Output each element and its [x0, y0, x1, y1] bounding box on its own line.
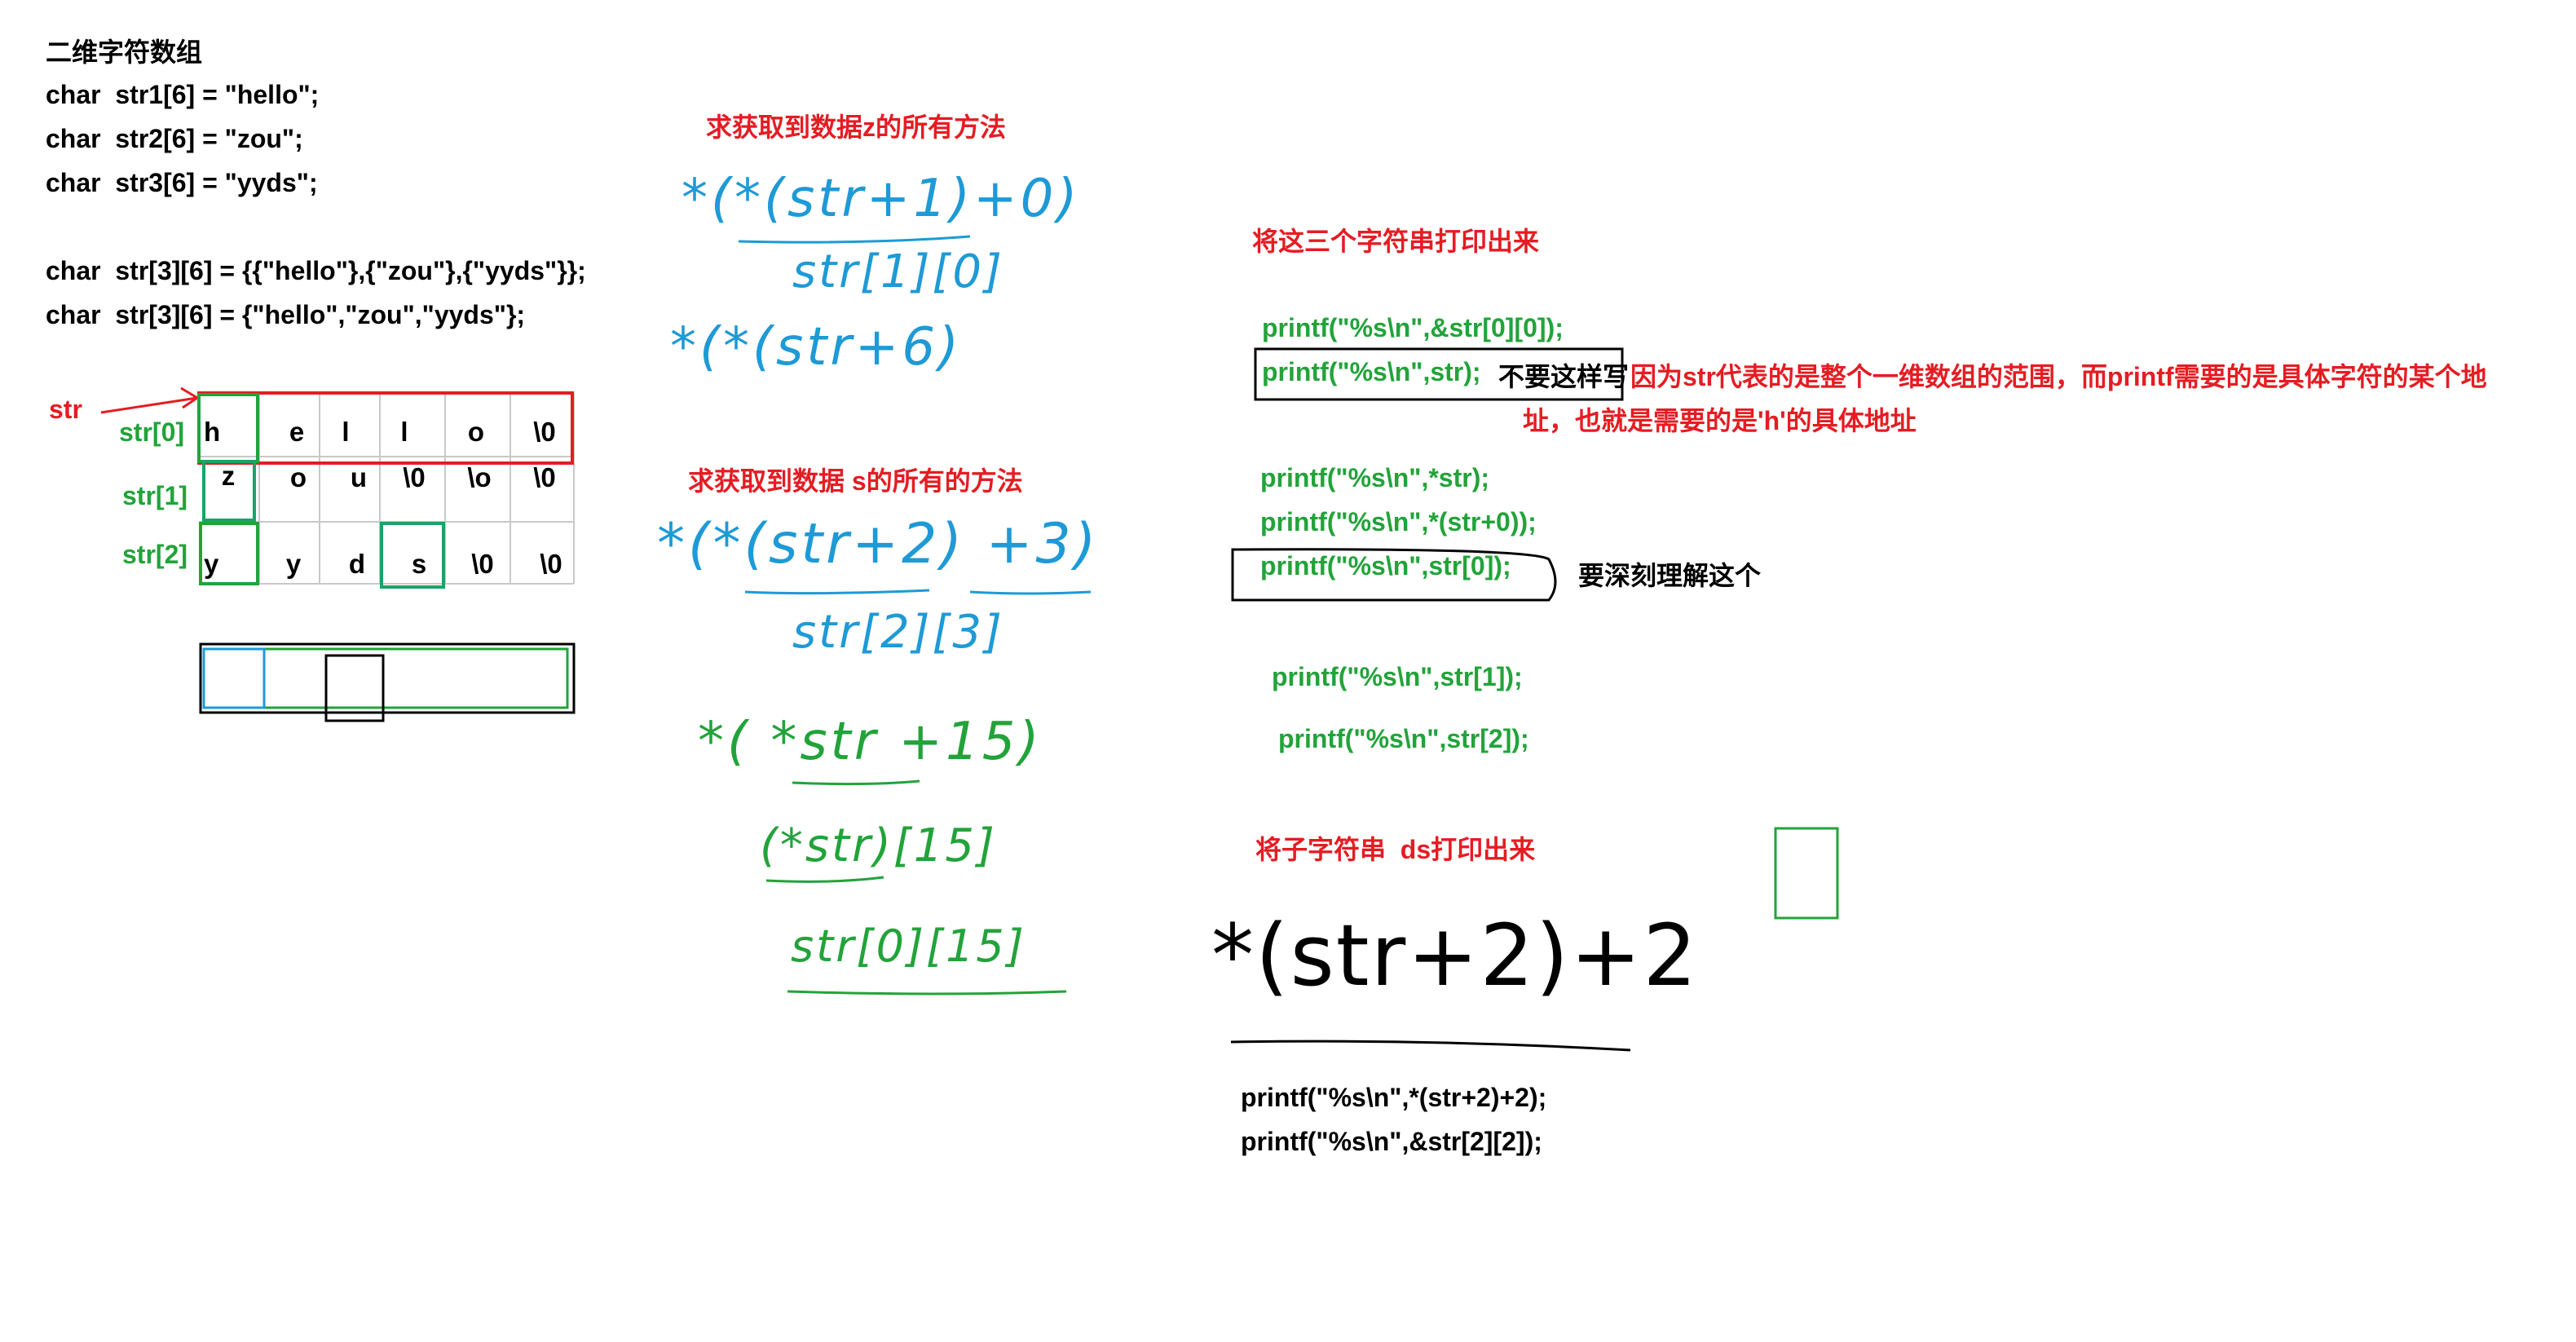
hand-underlines-blue: [738, 235, 1092, 595]
cell-h-box: [197, 393, 259, 463]
hand-sub-underline: [1230, 1040, 1631, 1052]
row0-highlight: [197, 391, 574, 465]
green-box-right: [1774, 827, 1839, 920]
cell-y-box: [199, 522, 259, 585]
memory-bar: [199, 642, 576, 714]
annotation-overlay: [100, 235, 1839, 1052]
hand-underlines-green: [765, 779, 1067, 995]
understand-oval: [1231, 548, 1557, 602]
cell-z-box: [202, 460, 256, 522]
str-arrow: [100, 386, 200, 414]
cell-s-box: [380, 522, 445, 589]
no-write-box: [1254, 347, 1624, 401]
